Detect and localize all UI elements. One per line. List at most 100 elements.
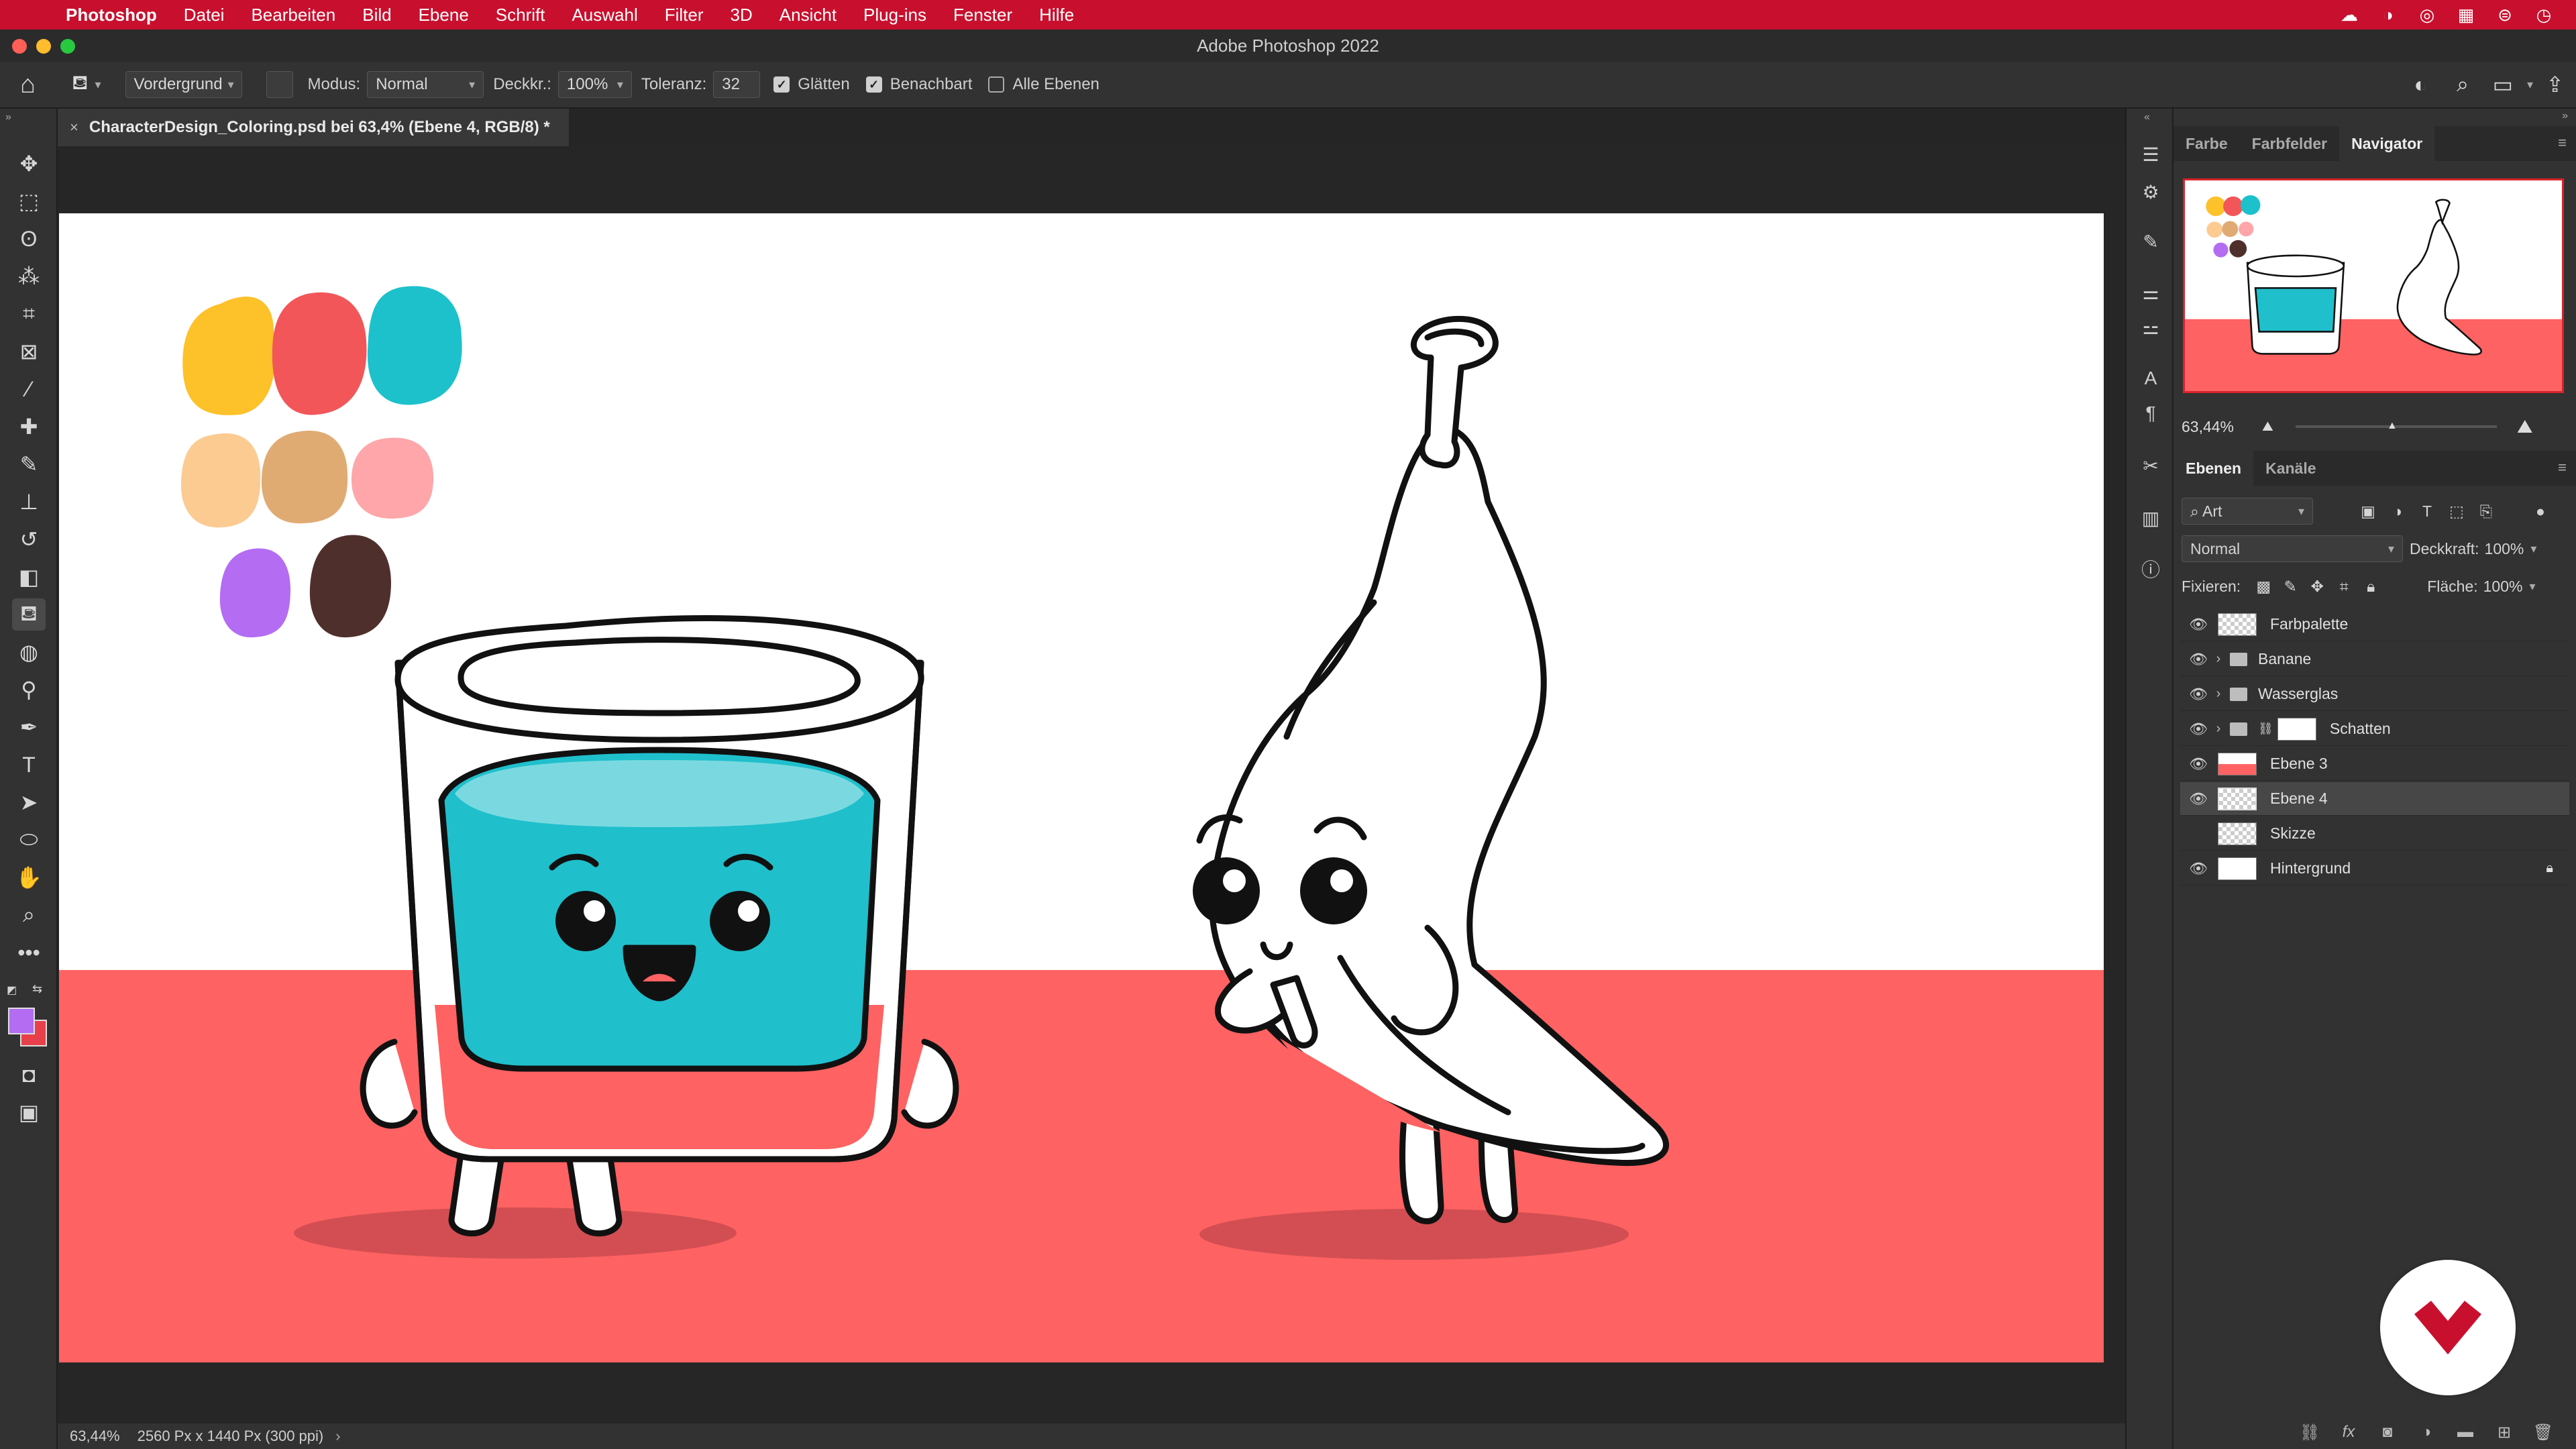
clock-icon[interactable]: ◷ <box>2532 3 2556 27</box>
filter-pixel-icon[interactable]: ▣ <box>2353 502 2383 521</box>
link-layers-icon[interactable]: ⛓ <box>2290 1423 2329 1442</box>
filter-toggle-icon[interactable]: ● <box>2530 502 2551 521</box>
tab-ebenen[interactable]: Ebenen <box>2174 451 2254 486</box>
visibility-eye-icon[interactable]: 👁︎ <box>2188 651 2208 668</box>
paragraph-icon[interactable]: ¶ <box>2139 400 2163 427</box>
layer-row-wasserglas[interactable]: 👁︎ › Wasserglas <box>2180 678 2569 711</box>
tab-kanaele[interactable]: Kanäle <box>2253 451 2328 486</box>
chevron-right-icon[interactable]: › <box>2211 721 2226 737</box>
lock-artboard-icon[interactable]: ⌗ <box>2330 578 2357 596</box>
tool-presets-icon[interactable]: ✂ <box>2139 452 2163 479</box>
hand-tool-icon[interactable]: ✋ <box>12 861 46 894</box>
visibility-eye-icon[interactable]: 👁︎ <box>2188 790 2208 808</box>
menu-ansicht[interactable]: Ansicht <box>780 5 837 25</box>
control-center-icon[interactable]: ⊜ <box>2493 3 2517 27</box>
discover-icon[interactable]: ◐ <box>2414 72 2427 97</box>
chevron-right-icon[interactable]: › <box>2211 686 2226 702</box>
all-layers-checkbox[interactable] <box>988 76 1005 93</box>
visibility-eye-icon[interactable]: 👁︎ <box>2188 720 2208 738</box>
workspace-chevron-icon[interactable]: ▾ <box>2527 78 2533 92</box>
color-wheel-icon[interactable]: ◑ <box>2376 3 2400 27</box>
preset-chevron-icon[interactable]: ▾ <box>95 78 101 92</box>
navigator-thumbnail[interactable] <box>2183 178 2564 393</box>
frame-tool-icon[interactable]: ⊠ <box>12 335 46 368</box>
new-group-icon[interactable]: ▬ <box>2446 1423 2485 1442</box>
menu-plugins[interactable]: Plug-ins <box>863 5 926 25</box>
chevron-right-icon[interactable]: › <box>2211 651 2226 667</box>
artboard[interactable] <box>59 213 2104 1362</box>
menu-3d[interactable]: 3D <box>731 5 753 25</box>
trash-icon[interactable]: 🗑︎ <box>2524 1423 2563 1442</box>
search-icon[interactable]: ⌕ <box>2457 72 2469 97</box>
layer-row-hintergrund[interactable]: 👁︎ Hintergrund 🔒︎ <box>2180 852 2569 885</box>
screen-mode-icon[interactable]: ▣ <box>12 1096 46 1128</box>
zoom-slider-thumb[interactable]: ▲ <box>2387 420 2398 432</box>
contiguous-checkbox[interactable]: ✓ <box>865 76 882 93</box>
layer-filter-select[interactable]: ⌕ Art ▾ <box>2182 498 2313 525</box>
menu-app-name[interactable]: Photoshop <box>66 5 157 25</box>
layer-row-schatten[interactable]: 👁︎ › ⛓ Schatten <box>2180 712 2569 746</box>
collapse-toolbar-icon[interactable]: » <box>5 111 11 123</box>
properties-icon[interactable]: ☰ <box>2139 141 2163 168</box>
layer-mask-thumbnail[interactable] <box>2277 717 2316 741</box>
menu-filter[interactable]: Filter <box>665 5 704 25</box>
filter-smartobject-icon[interactable]: ⎘ <box>2471 502 2501 521</box>
visibility-eye-icon[interactable]: 👁︎ <box>2188 616 2208 633</box>
character-icon[interactable]: A <box>2139 365 2163 392</box>
collapse-panels-icon[interactable]: « <box>2144 111 2150 123</box>
status-chevron-icon[interactable]: › <box>335 1428 340 1445</box>
ellipse-tool-icon[interactable]: ⬭ <box>12 824 46 856</box>
chevron-down-icon[interactable]: ▾ <box>2529 580 2535 594</box>
mode-select[interactable]: Normal ▾ <box>367 71 484 98</box>
antialias-checkbox[interactable]: ✓ <box>773 76 790 93</box>
dodge-tool-icon[interactable]: ⚲ <box>12 674 46 706</box>
zoom-tool-icon[interactable]: ⌕ <box>12 899 46 931</box>
home-icon[interactable]: ⌂ <box>20 70 36 99</box>
fx-icon[interactable]: fx <box>2329 1423 2368 1442</box>
status-zoom[interactable]: 63,44% <box>70 1428 120 1445</box>
default-colors-icon[interactable]: ◩ <box>7 983 17 997</box>
zoom-window-button[interactable] <box>60 39 75 54</box>
zoom-out-icon[interactable]: ⛰ <box>2262 419 2282 435</box>
layer-opacity-value[interactable]: 100% <box>2485 540 2524 558</box>
menu-datei[interactable]: Datei <box>184 5 225 25</box>
layer-fill-value[interactable]: 100% <box>2483 578 2523 596</box>
minimize-window-button[interactable] <box>36 39 51 54</box>
eyedropper-tool-icon[interactable]: ⁄ <box>12 373 46 405</box>
lock-position-icon[interactable]: ✥ <box>2304 578 2330 596</box>
new-layer-icon[interactable]: ⊞ <box>2485 1423 2524 1442</box>
paint-bucket-tool-icon[interactable]: ⛾ <box>12 598 46 631</box>
navigator-zoom-value[interactable]: 63,44% <box>2182 418 2262 436</box>
lock-transparent-icon[interactable]: ▩ <box>2250 578 2277 596</box>
swap-colors-icon[interactable]: ⇆ <box>32 982 42 996</box>
collapse-right-icon[interactable]: » <box>2562 110 2568 122</box>
marquee-tool-icon[interactable]: ⬚ <box>12 185 46 217</box>
pen-tool-icon[interactable]: ✒ <box>12 711 46 743</box>
visibility-eye-icon[interactable]: 👁︎ <box>2188 686 2208 703</box>
close-window-button[interactable] <box>12 39 27 54</box>
lasso-tool-icon[interactable]: ʘ <box>12 223 46 255</box>
adjustment-layer-icon[interactable]: ◑ <box>2407 1423 2446 1442</box>
menu-bild[interactable]: Bild <box>362 5 391 25</box>
workspace-icon[interactable]: ▭ <box>2493 72 2513 97</box>
layer-comps-icon[interactable]: ⚌ <box>2139 279 2163 306</box>
close-tab-icon[interactable]: × <box>70 119 78 136</box>
healing-brush-tool-icon[interactable]: ✚ <box>12 411 46 443</box>
visibility-eye-icon[interactable]: 👁︎ <box>2188 755 2208 773</box>
share-icon[interactable]: ⇪ <box>2546 72 2564 97</box>
creative-cloud-icon[interactable]: ☁ <box>2337 3 2361 27</box>
filter-shape-icon[interactable]: ⬚ <box>2442 502 2471 521</box>
layer-row-skizze[interactable]: Skizze <box>2180 817 2569 851</box>
type-tool-icon[interactable]: T <box>12 749 46 781</box>
filter-adjustment-icon[interactable]: ◑ <box>2383 502 2412 521</box>
tolerance-field[interactable]: 32 <box>713 71 761 98</box>
brush-settings-icon[interactable]: ✎ <box>2139 228 2163 255</box>
crop-tool-icon[interactable]: ⌗ <box>12 298 46 330</box>
menu-hilfe[interactable]: Hilfe <box>1039 5 1074 25</box>
opacity-field[interactable]: 100% ▾ <box>557 71 632 98</box>
lock-image-icon[interactable]: ✎ <box>2277 578 2304 596</box>
menu-auswahl[interactable]: Auswahl <box>572 5 637 25</box>
add-mask-icon[interactable]: ◙ <box>2368 1423 2407 1442</box>
pattern-picker[interactable] <box>266 71 293 98</box>
layer-row-farbpalette[interactable]: 👁︎ Farbpalette <box>2180 608 2569 641</box>
